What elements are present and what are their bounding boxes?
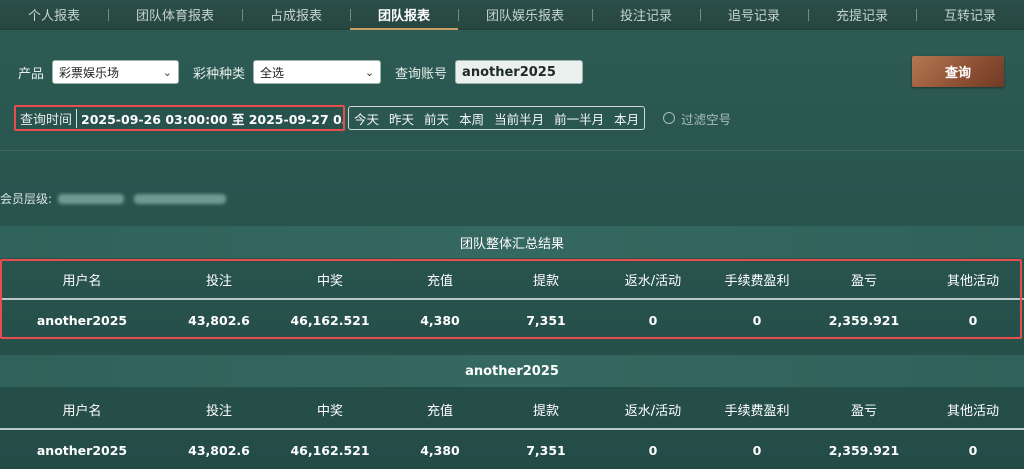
cell-win: 46,162.521 (290, 442, 370, 458)
cell-rebate: 0 (648, 442, 658, 458)
summary-title: 团队整体汇总结果 (0, 226, 1024, 258)
chevron-down-icon: ⌄ (364, 66, 375, 79)
time-label: 查询时间 (16, 108, 78, 128)
detail-table: 用户名 投注 中奖 充值 提款 返水/活动 手续费盈利 盈亏 其他活动 anot… (0, 390, 1024, 469)
header-fee-profit: 手续费盈利 (724, 403, 790, 419)
tab-team-entertainment-report[interactable]: 团队娱乐报表 (458, 0, 592, 30)
header-deposit: 充值 (426, 403, 453, 419)
product-select-value: 彩票娱乐场 (59, 65, 120, 80)
product-select[interactable]: 彩票娱乐场 ⌄ (52, 60, 180, 84)
header-username: 用户名 (62, 273, 102, 289)
blurred-text (58, 193, 125, 204)
cell-bet: 43,802.6 (188, 312, 250, 328)
tab-deposit-withdraw-records[interactable]: 充提记录 (808, 0, 916, 30)
header-withdraw: 提款 (532, 403, 559, 419)
summary-table: 用户名 投注 中奖 充值 提款 返水/活动 手续费盈利 盈亏 其他活动 anot… (0, 260, 1024, 340)
top-nav: 个人报表 团队体育报表 占成报表 团队报表 团队娱乐报表 投注记录 追号记录 充… (0, 0, 1024, 30)
member-level: 会员层级: (0, 190, 227, 207)
cell-rebate: 0 (648, 312, 658, 328)
query-button[interactable]: 查询 (912, 56, 1004, 87)
header-withdraw: 提款 (532, 273, 559, 289)
category-select-value: 全选 (260, 65, 285, 80)
quick-range-day-before[interactable]: 前天 (419, 109, 454, 128)
filter-empty-toggle[interactable]: 过滤空号 (663, 109, 731, 128)
quick-range-yesterday[interactable]: 昨天 (384, 109, 419, 128)
radio-icon (663, 112, 676, 124)
cell-bet: 43,802.6 (188, 442, 250, 458)
header-bet: 投注 (205, 403, 232, 419)
header-fee-profit: 手续费盈利 (724, 273, 790, 289)
cell-other-activity: 0 (968, 442, 978, 458)
quick-range-today[interactable]: 今天 (349, 109, 384, 128)
tab-share-report[interactable]: 占成报表 (242, 0, 350, 30)
blurred-text (134, 193, 227, 204)
time-range-box: 查询时间 2025-09-26 03:00:00 至 2025-09-27 03… (14, 105, 346, 131)
filter-empty-label: 过滤空号 (681, 111, 732, 127)
cell-other-activity: 0 (968, 312, 978, 328)
table-row: another2025 43,802.6 46,162.521 4,380 7,… (0, 430, 1024, 469)
quick-range-group: 今天 昨天 前天 本周 当前半月 前一半月 本月 (348, 106, 646, 130)
tab-team-sports-report[interactable]: 团队体育报表 (108, 0, 242, 30)
cell-profit-loss: 2,359.921 (828, 442, 900, 458)
header-win: 中奖 (316, 273, 343, 289)
cell-username: another2025 (36, 442, 128, 458)
cell-fee-profit: 0 (752, 442, 762, 458)
chevron-down-icon: ⌄ (162, 66, 173, 79)
header-deposit: 充值 (426, 273, 453, 289)
quick-range-this-month[interactable]: 本月 (609, 109, 644, 128)
tab-personal-report[interactable]: 个人报表 (0, 0, 108, 30)
quick-range-current-half-month[interactable]: 当前半月 (489, 109, 549, 128)
header-other-activity: 其他活动 (946, 273, 999, 289)
category-label: 彩种种类 (193, 66, 246, 82)
tab-chase-records[interactable]: 追号记录 (700, 0, 808, 30)
account-label: 查询账号 (395, 66, 448, 82)
header-other-activity: 其他活动 (946, 403, 999, 419)
tab-team-report[interactable]: 团队报表 (350, 0, 458, 30)
header-rebate: 返水/活动 (624, 273, 682, 289)
detail-table-header: 用户名 投注 中奖 充值 提款 返水/活动 手续费盈利 盈亏 其他活动 (0, 390, 1024, 430)
cell-username: another2025 (36, 312, 128, 328)
time-range-input[interactable]: 2025-09-26 03:00:00 至 2025-09-27 03:00:0… (77, 109, 343, 128)
time-filter-row: 查询时间 2025-09-26 03:00:00 至 2025-09-27 03… (14, 105, 731, 131)
header-bet: 投注 (205, 273, 232, 289)
tab-transfer-records[interactable]: 互转记录 (916, 0, 1024, 30)
summary-table-header: 用户名 投注 中奖 充值 提款 返水/活动 手续费盈利 盈亏 其他活动 (0, 260, 1024, 300)
account-input[interactable]: another2025 (455, 60, 584, 84)
cell-withdraw: 7,351 (526, 442, 566, 458)
cell-deposit: 4,380 (420, 312, 460, 328)
category-select[interactable]: 全选 ⌄ (253, 60, 382, 84)
product-label: 产品 (18, 66, 45, 82)
detail-title: another2025 (0, 355, 1024, 387)
cell-fee-profit: 0 (752, 312, 762, 328)
header-profit-loss: 盈亏 (850, 273, 877, 289)
member-level-label: 会员层级: (0, 192, 53, 206)
header-profit-loss: 盈亏 (850, 403, 877, 419)
cell-withdraw: 7,351 (526, 312, 566, 328)
quick-range-this-week[interactable]: 本周 (454, 109, 489, 128)
cell-win: 46,162.521 (290, 312, 370, 328)
tab-bet-records[interactable]: 投注记录 (592, 0, 700, 30)
header-rebate: 返水/活动 (624, 403, 682, 419)
table-row: another2025 43,802.6 46,162.521 4,380 7,… (0, 300, 1024, 340)
header-username: 用户名 (62, 403, 102, 419)
filter-row: 产品 彩票娱乐场 ⌄ 彩种种类 全选 ⌄ 查询账号 another2025 (18, 59, 584, 85)
header-win: 中奖 (316, 403, 343, 419)
divider (0, 150, 1024, 151)
cell-profit-loss: 2,359.921 (828, 312, 900, 328)
cell-deposit: 4,380 (420, 442, 460, 458)
quick-range-previous-half-month[interactable]: 前一半月 (549, 109, 609, 128)
